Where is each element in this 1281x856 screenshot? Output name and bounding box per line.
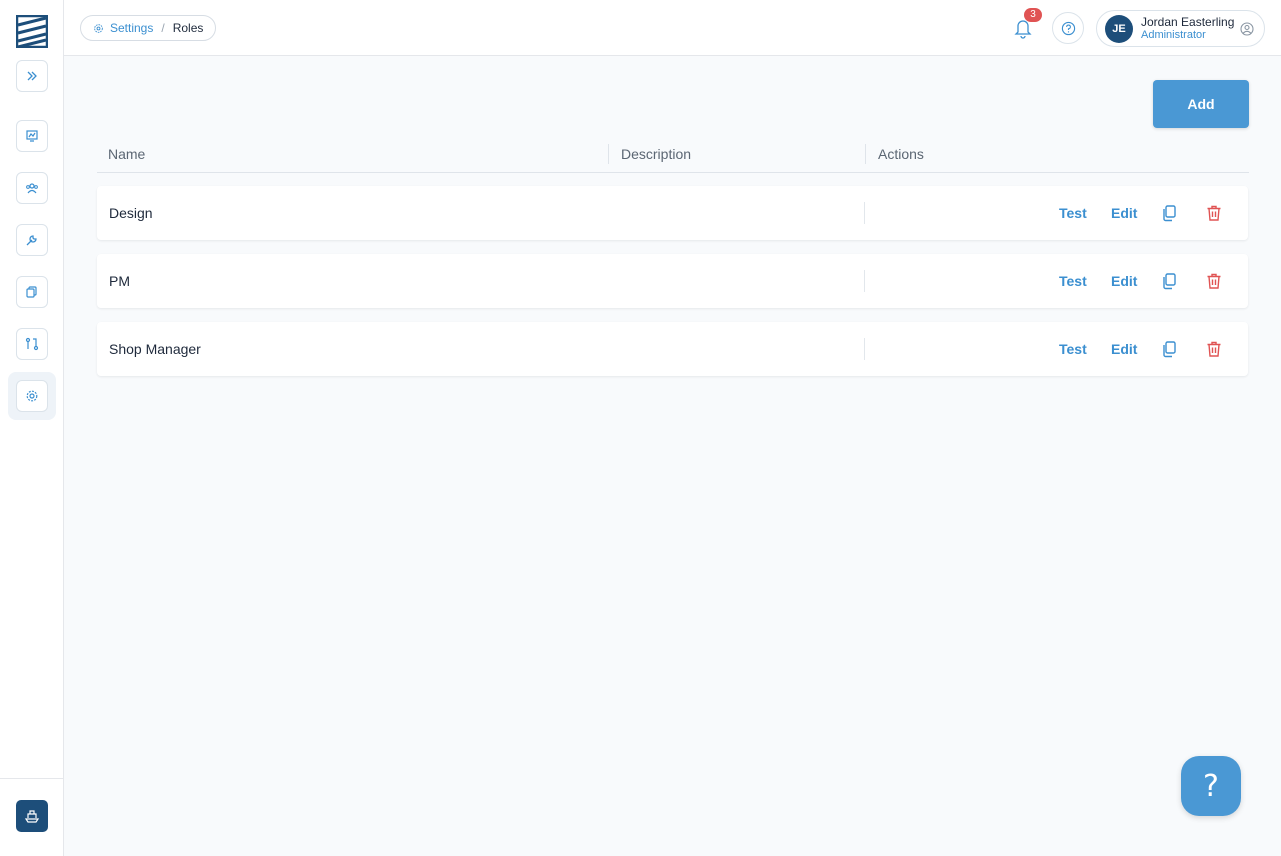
- duplicate-icon[interactable]: [1160, 272, 1178, 290]
- column-divider: [864, 202, 865, 224]
- chevrons-right-icon: [27, 71, 37, 81]
- column-header-name[interactable]: Name: [108, 146, 145, 162]
- expand-sidebar-button[interactable]: [16, 60, 48, 92]
- gear-icon: [26, 390, 38, 402]
- edit-button[interactable]: Edit: [1111, 341, 1137, 357]
- sidebar-bottom-button[interactable]: [16, 800, 48, 832]
- trash-icon[interactable]: [1205, 340, 1223, 358]
- help-circle-icon: [1061, 21, 1075, 35]
- duplicate-icon[interactable]: [1160, 340, 1178, 358]
- table-header: Name Description Actions: [97, 140, 1249, 173]
- column-divider: [864, 270, 865, 292]
- topbar: Settings / Roles 3 JE Jordan Easterling …: [64, 0, 1281, 56]
- sidebar-item-dashboard[interactable]: [16, 120, 48, 152]
- sidebar-item-workflows[interactable]: [16, 328, 48, 360]
- edit-button[interactable]: Edit: [1111, 205, 1137, 221]
- dashboard-icon: [26, 130, 38, 142]
- breadcrumb-current: Roles: [172, 21, 204, 35]
- table-row: PM Test Edit: [97, 254, 1248, 308]
- add-role-button[interactable]: Add: [1153, 80, 1249, 128]
- help-button[interactable]: [1052, 12, 1084, 44]
- user-circle-icon: [1240, 22, 1254, 36]
- column-header-actions: Actions: [878, 146, 924, 162]
- git-compare-icon: [25, 337, 39, 351]
- users-icon: [26, 183, 38, 194]
- role-name: Shop Manager: [109, 341, 201, 357]
- avatar: JE: [1105, 14, 1133, 43]
- sidebar: [0, 0, 64, 856]
- column-divider: [865, 144, 866, 164]
- trash-icon[interactable]: [1205, 272, 1223, 290]
- trash-icon[interactable]: [1205, 204, 1223, 222]
- gear-icon: [94, 23, 103, 33]
- duplicate-icon[interactable]: [1160, 204, 1178, 222]
- user-name: Jordan Easterling: [1141, 14, 1235, 29]
- breadcrumb-settings-link[interactable]: Settings: [110, 21, 153, 35]
- breadcrumb: Settings / Roles: [80, 15, 217, 41]
- sidebar-item-users[interactable]: [16, 172, 48, 204]
- test-button[interactable]: Test: [1059, 273, 1087, 289]
- column-divider: [864, 338, 865, 360]
- sidebar-divider: [0, 778, 63, 779]
- wrench-icon: [26, 235, 37, 246]
- role-name: Design: [109, 205, 153, 221]
- table-row: Design Test Edit: [97, 186, 1248, 240]
- notification-badge: 3: [1024, 8, 1042, 22]
- sidebar-item-settings[interactable]: [16, 380, 48, 412]
- role-name: PM: [109, 273, 130, 289]
- floating-help-button[interactable]: ?: [1181, 756, 1241, 816]
- user-menu[interactable]: JE Jordan Easterling Administrator: [1096, 10, 1265, 47]
- test-button[interactable]: Test: [1059, 205, 1087, 221]
- sidebar-item-tools[interactable]: [16, 224, 48, 256]
- ship-icon: [24, 810, 40, 823]
- sidebar-item-documents[interactable]: [16, 276, 48, 308]
- user-role: Administrator: [1141, 28, 1206, 41]
- logo-icon[interactable]: [16, 15, 48, 48]
- edit-button[interactable]: Edit: [1111, 273, 1137, 289]
- breadcrumb-separator: /: [161, 21, 165, 35]
- copy-icon: [26, 286, 37, 298]
- table-row: Shop Manager Test Edit: [97, 322, 1248, 376]
- test-button[interactable]: Test: [1059, 341, 1087, 357]
- user-info: Jordan Easterling Administrator: [1141, 14, 1235, 42]
- column-divider: [608, 144, 609, 164]
- column-header-description[interactable]: Description: [621, 146, 691, 162]
